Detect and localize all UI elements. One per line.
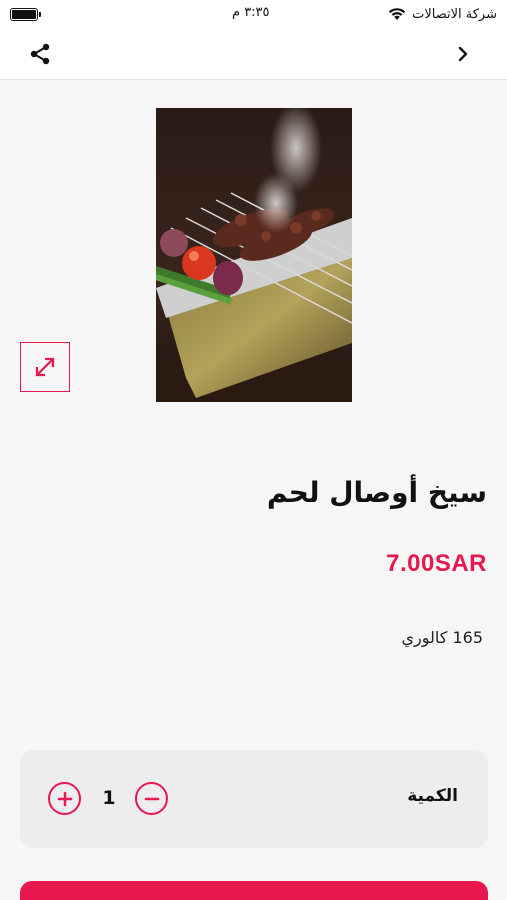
quantity-card: الكمية 1 [20, 750, 488, 848]
battery-icon [10, 8, 41, 21]
quantity-label: الكمية [407, 786, 458, 806]
product-calories: 165 كالوري [401, 628, 483, 647]
quantity-value: 1 [102, 787, 116, 809]
product-image[interactable] [156, 108, 352, 402]
plus-circle-icon [57, 791, 72, 806]
wifi-icon [389, 8, 406, 20]
product-price: 7.00SAR [386, 550, 487, 577]
carrier-name: شركة الاتصالات [412, 6, 497, 22]
share-icon [30, 43, 50, 65]
product-name: سيخ أوصال لحم [266, 476, 487, 509]
status-time: ٣:٣٥ م [232, 5, 270, 20]
add-to-cart-button[interactable] [20, 881, 488, 900]
expand-icon [35, 357, 55, 377]
status-bar: ٣:٣٥ م شركة الاتصالات [0, 0, 507, 28]
quantity-increase-button[interactable] [48, 782, 81, 815]
share-button[interactable] [24, 38, 56, 70]
back-button[interactable] [449, 40, 477, 68]
expand-image-button[interactable] [20, 342, 70, 392]
nav-bar [0, 28, 507, 80]
minus-circle-icon [144, 797, 159, 800]
chevron-right-icon [458, 46, 468, 62]
quantity-decrease-button[interactable] [135, 782, 168, 815]
